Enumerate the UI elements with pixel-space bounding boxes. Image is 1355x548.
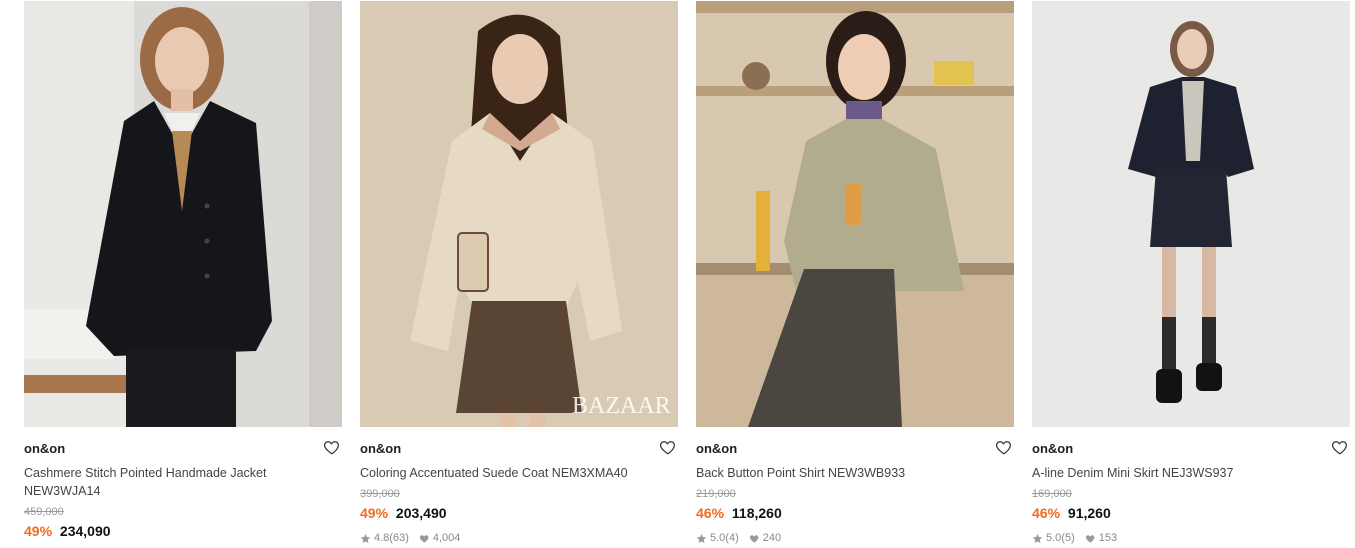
likes-count: 153 [1098, 532, 1118, 544]
discount-rate: 49% [24, 523, 53, 539]
sale-price: 91,260 [1067, 505, 1111, 521]
product-stats: 5.0(5) 153 [1032, 531, 1350, 545]
brand-name[interactable]: on&on [360, 441, 401, 456]
sale-price: 118,260 [731, 505, 782, 521]
wishlist-heart-icon[interactable] [323, 438, 341, 456]
product-image[interactable] [1032, 1, 1350, 427]
likes-count: 240 [762, 532, 782, 544]
product-photo-jacket [24, 1, 342, 427]
sale-price: 234,090 [59, 523, 111, 539]
star-icon [696, 533, 707, 544]
discount-rate: 46% [696, 505, 725, 521]
heart-filled-icon [1085, 533, 1096, 544]
product-stats: 5.0(4) 240 [696, 531, 1014, 545]
brand-name[interactable]: on&on [696, 441, 737, 456]
product-photo-shirt [696, 1, 1014, 427]
original-price: 399,000 [360, 488, 400, 500]
wishlist-heart-icon[interactable] [995, 438, 1013, 456]
product-name[interactable]: Back Button Point Shirt NEW3WB933 [696, 464, 996, 482]
original-price: 459,000 [24, 506, 64, 518]
product-photo-coat: BAZAAR [360, 1, 678, 427]
product-card[interactable]: on&on Back Button Point Shirt NEW3WB933 … [696, 1, 1014, 545]
product-card[interactable]: on&on A-line Denim Mini Skirt NEJ3WS937 … [1032, 1, 1350, 545]
product-name[interactable]: A-line Denim Mini Skirt NEJ3WS937 [1032, 464, 1332, 482]
product-name[interactable]: Coloring Accentuated Suede Coat NEM3XMA4… [360, 464, 660, 482]
product-photo-skirt [1032, 1, 1350, 427]
product-image[interactable]: BAZAAR [360, 1, 678, 427]
rating-value: 4.8(63) [374, 532, 409, 544]
brand-name[interactable]: on&on [24, 441, 65, 456]
product-card[interactable]: on&on Cashmere Stitch Pointed Handmade J… [24, 1, 342, 540]
star-icon [1032, 533, 1043, 544]
heart-filled-icon [419, 533, 430, 544]
original-price: 169,000 [1032, 488, 1072, 500]
rating-value: 5.0(5) [1046, 532, 1075, 544]
product-grid: on&on Cashmere Stitch Pointed Handmade J… [24, 1, 1350, 548]
brand-name[interactable]: on&on [1032, 441, 1073, 456]
product-card[interactable]: BAZAAR on&on Coloring Accentuated Suede … [360, 1, 678, 545]
sale-price: 203,490 [395, 505, 447, 521]
product-stats: 4.8(63) 4,004 [360, 531, 678, 545]
likes-count: 4,004 [432, 532, 461, 544]
discount-rate: 46% [1032, 505, 1061, 521]
star-icon [360, 533, 371, 544]
wishlist-heart-icon[interactable] [1331, 438, 1349, 456]
heart-filled-icon [749, 533, 760, 544]
rating-value: 5.0(4) [710, 532, 739, 544]
product-image[interactable] [24, 1, 342, 427]
original-price: 219,000 [696, 488, 736, 500]
product-image[interactable] [696, 1, 1014, 427]
discount-rate: 49% [360, 505, 389, 521]
product-name[interactable]: Cashmere Stitch Pointed Handmade Jacket … [24, 464, 324, 500]
image-watermark: BAZAAR [572, 393, 671, 419]
wishlist-heart-icon[interactable] [659, 438, 677, 456]
